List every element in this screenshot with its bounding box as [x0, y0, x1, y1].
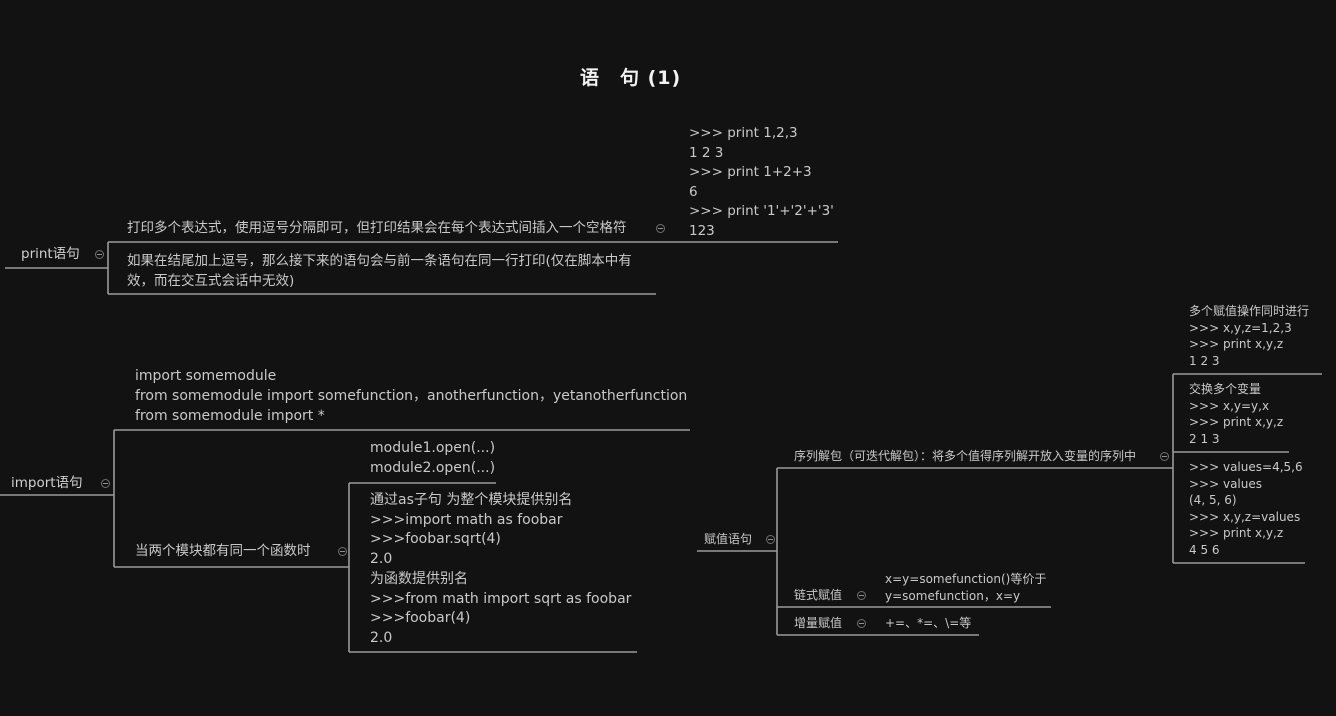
print-comma-desc[interactable]: 如果在结尾加上逗号，那么接下来的语句会与前一条语句在同一行打印(仅在脚本中有效，… [127, 252, 653, 291]
code-line: 2 1 3 [1189, 431, 1220, 446]
code-line: 2.0 [370, 629, 393, 646]
alias-example[interactable]: 通过as子句 为整个模块提供别名 >>>import math as fooba… [370, 491, 631, 649]
code-line: >>>foobar.sqrt(4) [370, 531, 501, 548]
print-expr-example[interactable]: >>> print 1,2,3 1 2 3 >>> print 1+2+3 6 … [689, 124, 834, 241]
code-line: >>> print x,y,z [1189, 415, 1284, 429]
multi-assign-example[interactable]: 多个赋值操作同时进行 >>> x,y,z=1,2,3 >>> print x,y… [1189, 303, 1309, 369]
code-line: 1 2 3 [1189, 353, 1220, 368]
code-line: >>> print x,y,z [1189, 337, 1284, 351]
code-line: >>> x,y,z=values [1189, 509, 1301, 524]
collapse-icon[interactable] [656, 224, 665, 233]
code-line: 交换多个变量 [1189, 382, 1262, 396]
print-expr-desc[interactable]: 打印多个表达式，使用逗号分隔即可，但打印结果会在每个表达式间插入一个空格符 [127, 219, 627, 239]
collapse-icon[interactable] [766, 535, 775, 544]
code-line: 6 [689, 183, 698, 200]
page-title: 语 句 (1) [580, 67, 682, 89]
connector-lines [0, 241, 1322, 653]
code-line: >>> print 1+2+3 [689, 164, 812, 180]
collapse-icon[interactable] [857, 591, 866, 600]
module-open-example[interactable]: module1.open(...) module2.open(...) [370, 438, 495, 478]
code-line: import somemodule [135, 368, 277, 384]
code-line: x=y=somefunction()等价于 [885, 572, 1047, 586]
import-statement-node[interactable]: import语句 [11, 474, 83, 494]
collapse-icon[interactable] [1160, 452, 1169, 461]
assignment-statement-node[interactable]: 赋值语句 [704, 531, 752, 548]
code-line: module2.open(...) [370, 460, 496, 476]
chain-assign-desc[interactable]: x=y=somefunction()等价于 y=somefunction，x=y [885, 571, 1046, 604]
code-line: >>> values=4,5,6 [1189, 460, 1303, 474]
code-line: >>> print 1,2,3 [689, 125, 798, 141]
code-line: 2.0 [370, 551, 393, 568]
aug-assign-node[interactable]: 增量赋值 [794, 615, 842, 632]
code-line: y=somefunction，x=y [885, 588, 1021, 603]
code-line: (4, 5, 6) [1189, 493, 1237, 507]
code-line: >>> x,y=y,x [1189, 398, 1270, 413]
collapse-icon[interactable] [338, 547, 347, 556]
code-line: 4 5 6 [1189, 542, 1220, 557]
aug-assign-desc[interactable]: +=、*=、\=等 [885, 615, 971, 632]
code-line: 为函数提供别名 [370, 570, 468, 587]
code-line: 通过as子句 为整个模块提供别名 [370, 492, 573, 508]
code-line: 123 [689, 222, 715, 239]
unpack-node[interactable]: 序列解包（可迭代解包）：将多个值得序列解开放入变量的序列中 [794, 448, 1136, 465]
code-line: from somemodule import somefunction，anot… [135, 388, 688, 404]
collapse-icon[interactable] [101, 479, 110, 488]
code-line: >>>import math as foobar [370, 511, 563, 528]
collapse-icon[interactable] [95, 250, 104, 259]
code-line: >>> x,y,z=1,2,3 [1189, 320, 1292, 335]
code-line: >>> print '1'+'2'+'3' [689, 203, 834, 219]
collapse-icon[interactable] [857, 619, 866, 628]
print-statement-node[interactable]: print语句 [21, 245, 80, 265]
import-forms[interactable]: import somemodule from somemodule import… [135, 366, 687, 426]
same-function-node[interactable]: 当两个模块都有同一个函数时 [135, 542, 311, 562]
code-line: module1.open(...) [370, 440, 496, 456]
code-line: from somemodule import * [135, 408, 325, 424]
swap-example[interactable]: 交换多个变量 >>> x,y=y,x >>> print x,y,z 2 1 3 [1189, 381, 1283, 447]
code-line: 1 2 3 [689, 144, 724, 161]
code-line: >>> print x,y,z [1189, 526, 1284, 540]
code-line: >>>foobar(4) [370, 610, 471, 627]
chain-assign-node[interactable]: 链式赋值 [794, 587, 842, 604]
values-example[interactable]: >>> values=4,5,6 >>> values (4, 5, 6) >>… [1189, 459, 1303, 558]
code-line: >>>from math import sqrt as foobar [370, 590, 632, 607]
code-line: 多个赋值操作同时进行 [1189, 304, 1310, 318]
code-line: >>> values [1189, 476, 1263, 491]
